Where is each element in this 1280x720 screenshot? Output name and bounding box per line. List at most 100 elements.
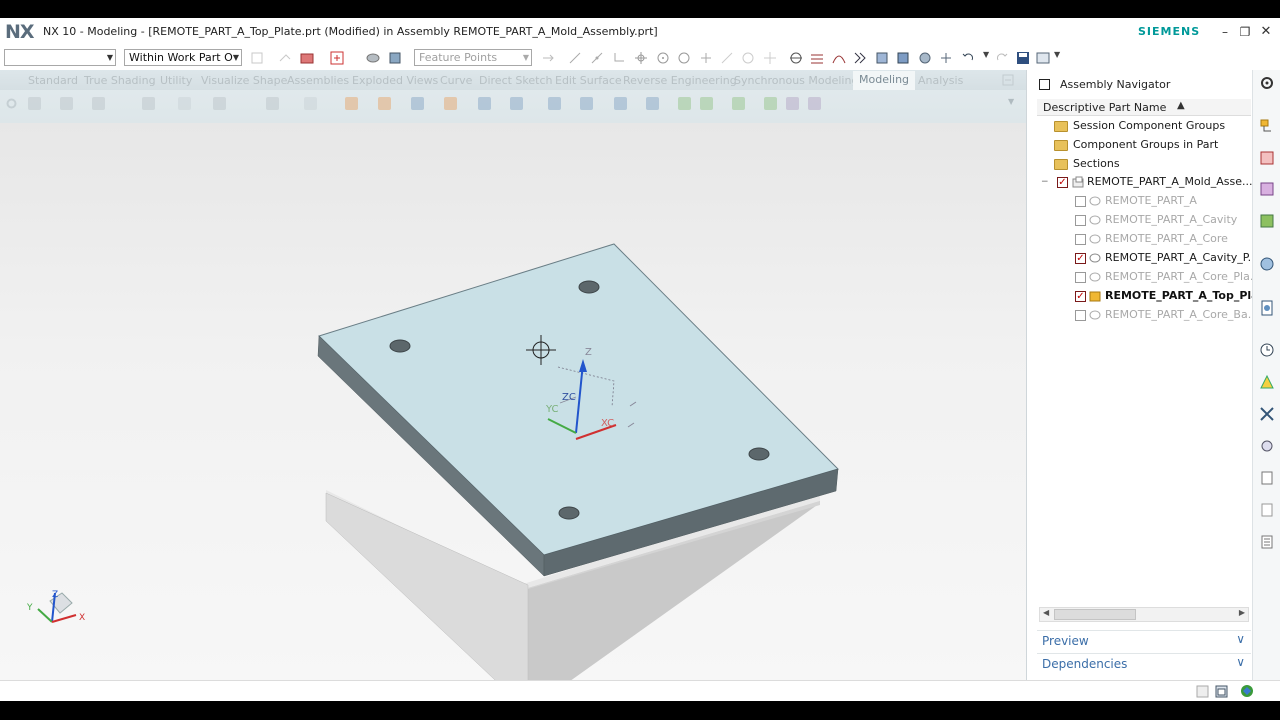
system-materials-icon[interactable]: [1259, 374, 1275, 390]
preview-section[interactable]: Preview ∨: [1037, 630, 1251, 650]
grid-icon[interactable]: [810, 51, 824, 65]
quadrant-point-icon[interactable]: [677, 51, 691, 65]
trim-body-icon[interactable]: [478, 97, 491, 110]
patch-icon[interactable]: [764, 97, 777, 110]
tab-direct-sketch[interactable]: Direct Sketch: [479, 74, 553, 87]
selection-filter-dropdown[interactable]: ▼: [4, 49, 116, 66]
online-status-icon[interactable]: [1240, 684, 1254, 698]
tab-analysis[interactable]: Analysis: [918, 74, 963, 87]
scale-icon[interactable]: [646, 97, 659, 110]
gear-icon[interactable]: [1259, 75, 1275, 91]
point-on-curve-icon[interactable]: [720, 51, 734, 65]
minimize-button[interactable]: –: [1216, 23, 1234, 41]
constraint-icon[interactable]: [939, 51, 953, 65]
selection-scope-icon[interactable]: [1196, 685, 1209, 698]
view-icon[interactable]: [366, 51, 380, 65]
scrollbar-thumb[interactable]: [1054, 609, 1136, 620]
dependencies-section[interactable]: Dependencies ∨: [1037, 653, 1251, 673]
sketch-icon[interactable]: [28, 97, 41, 110]
undo-icon[interactable]: [961, 51, 975, 65]
roles-icon[interactable]: [1259, 470, 1275, 486]
curve-icon[interactable]: [832, 51, 846, 65]
hole-icon[interactable]: [213, 97, 226, 110]
checkbox-checked-icon[interactable]: ✓: [1057, 177, 1068, 188]
existing-point-icon[interactable]: [699, 51, 713, 65]
snap-filter-icon[interactable]: [330, 51, 344, 65]
tree-node-component[interactable]: REMOTE_PART_A_Core_Pla...: [1075, 268, 1260, 286]
tree-node-component[interactable]: REMOTE_PART_A: [1075, 192, 1253, 210]
block-icon[interactable]: [345, 97, 358, 110]
unite-icon[interactable]: [266, 97, 279, 110]
column-header[interactable]: Descriptive Part Name ▲: [1037, 99, 1251, 116]
point-on-surface-icon[interactable]: [741, 51, 755, 65]
tab-reverse-engineering[interactable]: Reverse Engineering: [623, 74, 737, 87]
end-point-icon[interactable]: [568, 51, 582, 65]
hd3d-tools-icon[interactable]: [1259, 256, 1275, 272]
manufacturing-wizards-icon[interactable]: [1259, 438, 1275, 454]
feature-icon[interactable]: [853, 51, 867, 65]
sew-icon[interactable]: [700, 97, 713, 110]
checkbox-checked-icon[interactable]: ✓: [1075, 291, 1086, 302]
chevron-down-icon[interactable]: ▼: [1008, 97, 1014, 106]
tree-node-component[interactable]: REMOTE_PART_A_Cavity: [1075, 211, 1253, 229]
more-icon[interactable]: [808, 97, 821, 110]
shaded-icon[interactable]: [388, 51, 402, 65]
full-screen-icon[interactable]: [1215, 685, 1228, 698]
settings-icon[interactable]: [6, 98, 17, 109]
assembly-icon[interactable]: [896, 51, 910, 65]
checkbox-icon[interactable]: [1075, 196, 1086, 207]
tab-curve[interactable]: Curve: [440, 74, 472, 87]
tab-visualize-shape[interactable]: Visualize Shape: [201, 74, 287, 87]
close-button[interactable]: ✕: [1257, 23, 1275, 41]
chevron-down-icon[interactable]: ▼: [1054, 50, 1060, 59]
tangent-point-icon[interactable]: [789, 51, 803, 65]
line-icon[interactable]: [178, 97, 191, 110]
bolt-hole[interactable]: [578, 280, 600, 294]
chevron-down-icon[interactable]: ▼: [983, 50, 989, 59]
checkbox-icon[interactable]: [1075, 215, 1086, 226]
ribbon-options-icon[interactable]: [1002, 74, 1014, 86]
mid-point-icon[interactable]: [590, 51, 604, 65]
checkbox-icon[interactable]: [1075, 272, 1086, 283]
tab-standard[interactable]: Standard: [28, 74, 78, 87]
measure-icon[interactable]: [786, 97, 799, 110]
restore-button[interactable]: ❐: [1236, 23, 1254, 41]
mirror-icon[interactable]: [614, 97, 627, 110]
bolt-hole[interactable]: [389, 339, 411, 353]
split-icon[interactable]: [732, 97, 745, 110]
scroll-left-icon[interactable]: ◀: [1043, 608, 1049, 617]
datum-icon[interactable]: [60, 97, 73, 110]
graphics-window[interactable]: Z ZC YC XC Z Y X: [0, 123, 1026, 680]
snap-point-dropdown[interactable]: Feature Points ▼: [414, 49, 532, 66]
history-icon[interactable]: [1259, 342, 1275, 358]
checkbox-icon[interactable]: [1075, 234, 1086, 245]
pattern-icon[interactable]: [444, 97, 457, 110]
bounded-grid-icon[interactable]: [763, 51, 777, 65]
collapse-icon[interactable]: −: [1041, 173, 1049, 191]
redo-icon[interactable]: [995, 51, 1009, 65]
scroll-right-icon[interactable]: ▶: [1239, 608, 1245, 617]
snap-point-icon[interactable]: [541, 51, 555, 65]
surface-icon[interactable]: [678, 97, 691, 110]
checkbox-checked-icon[interactable]: ✓: [1075, 253, 1086, 264]
revolve-icon[interactable]: [142, 97, 155, 110]
tab-true-shading[interactable]: True Shading: [84, 74, 156, 87]
control-point-icon[interactable]: [612, 51, 626, 65]
selection-icon[interactable]: [250, 51, 264, 65]
assembly-navigator-icon[interactable]: [1259, 118, 1275, 134]
intersection-icon[interactable]: [634, 51, 648, 65]
deselect-icon[interactable]: [278, 51, 292, 65]
wave-icon[interactable]: [875, 51, 889, 65]
tab-exploded-views[interactable]: Exploded Views: [352, 74, 438, 87]
extrude-icon[interactable]: [92, 97, 105, 110]
constraint-navigator-icon[interactable]: [1259, 150, 1275, 166]
save-icon[interactable]: [1016, 51, 1030, 65]
chamfer-icon[interactable]: [411, 97, 424, 110]
shell-icon[interactable]: [304, 97, 317, 110]
tree-node-component[interactable]: ✓ REMOTE_PART_A_Cavity_P...: [1075, 249, 1258, 267]
part-navigator-icon[interactable]: [1259, 181, 1275, 197]
tab-synchronous-modeling[interactable]: Synchronous Modeling: [734, 74, 858, 87]
horizontal-scrollbar[interactable]: ◀ ▶: [1039, 607, 1249, 622]
pin-icon[interactable]: [1039, 79, 1050, 90]
selection-scope-dropdown[interactable]: Within Work Part O ▼: [124, 49, 242, 66]
